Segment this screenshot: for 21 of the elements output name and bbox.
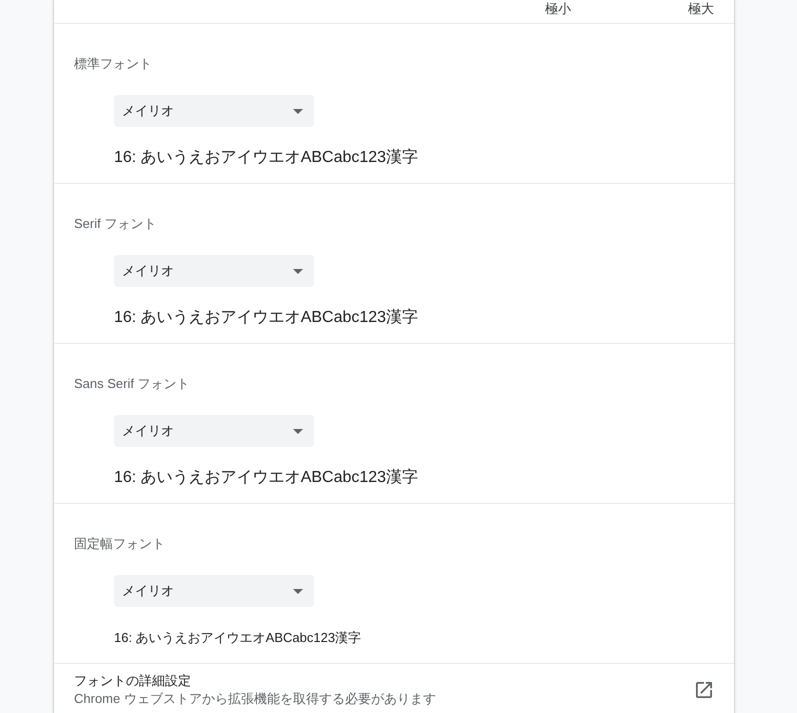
font-dropdown[interactable]: メイリオ: [114, 95, 314, 127]
font-sample-text: 16: あいうえおアイウエオABCabc123漢字: [114, 629, 362, 647]
font-setting-label: 固定幅フォント: [74, 535, 165, 553]
font-sample-text: 16: あいうえおアイウエオABCabc123漢字: [114, 468, 418, 488]
caret-icon: [293, 428, 303, 434]
font-dropdown[interactable]: メイリオ: [114, 575, 314, 607]
external-link-icon[interactable]: [696, 682, 712, 698]
caret-icon: [293, 588, 303, 594]
font-sample-text: 16: あいうえおアイウエオABCabc123漢字: [114, 148, 418, 168]
font-setting-label: Serif フォント: [74, 215, 156, 233]
advanced-fonts-title[interactable]: フォントの詳細設定: [74, 672, 191, 690]
caret-icon: [293, 268, 303, 274]
font-sample-text: 16: あいうえおアイウエオABCabc123漢字: [114, 308, 418, 328]
scale-min-label: 極小: [545, 1, 571, 17]
caret-icon: [293, 108, 303, 114]
font-dropdown[interactable]: メイリオ: [114, 415, 314, 447]
scale-max-label: 極大: [688, 1, 714, 17]
font-setting-label: Sans Serif フォント: [74, 375, 190, 393]
font-dropdown[interactable]: メイリオ: [114, 255, 314, 287]
advanced-fonts-description: Chrome ウェブストアから拡張機能を取得する必要があります: [74, 690, 436, 708]
font-setting-label: 標準フォント: [74, 55, 152, 73]
